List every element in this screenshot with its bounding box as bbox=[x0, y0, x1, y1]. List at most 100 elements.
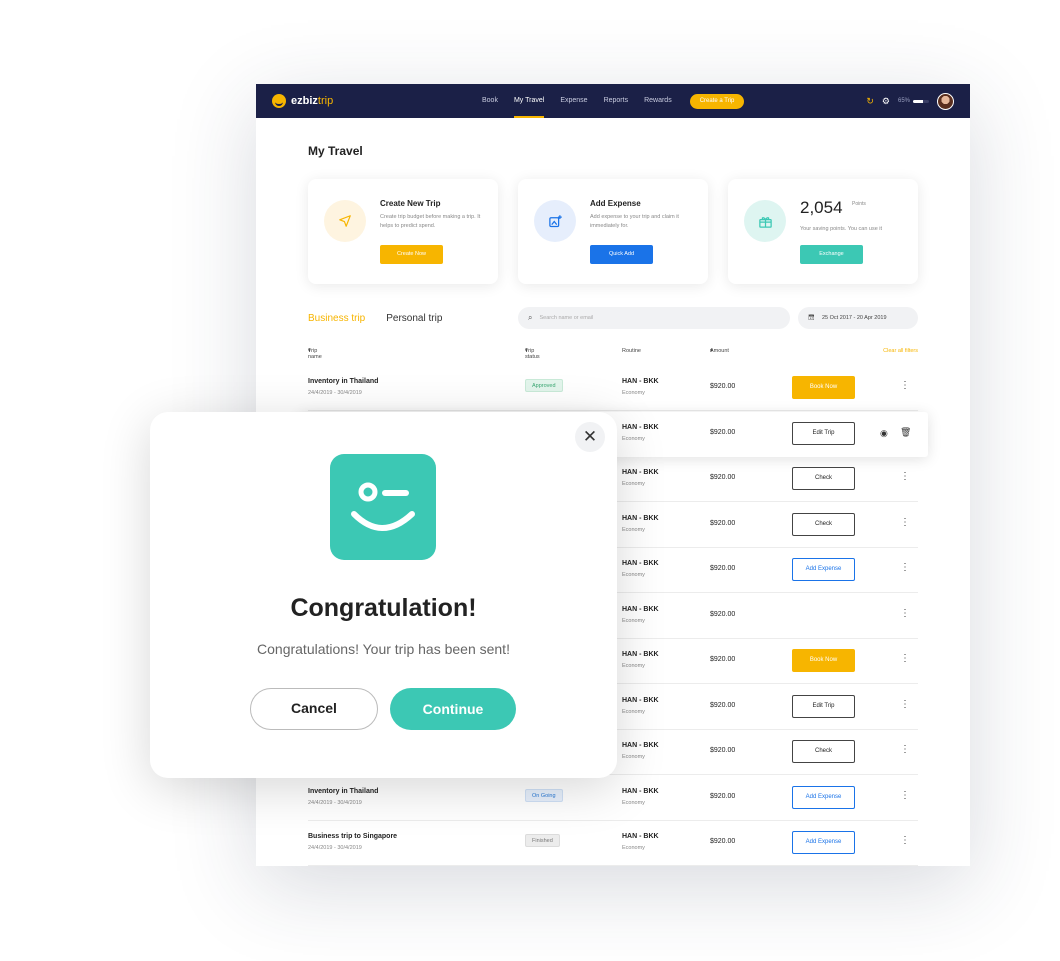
search-input[interactable]: ⌕ Search name or email bbox=[518, 307, 790, 329]
nav-link-my-travel[interactable]: My Travel bbox=[506, 84, 552, 118]
row-action-button[interactable]: Edit Trip bbox=[792, 421, 855, 445]
travel-class: Economy bbox=[622, 754, 645, 760]
route: HAN - BKK bbox=[622, 742, 659, 749]
nav-right: ↻ ⚙ 65% bbox=[866, 84, 954, 118]
status-badge: Finished bbox=[525, 834, 560, 847]
nav-link-expense[interactable]: Expense bbox=[552, 84, 595, 118]
route: HAN - BKK bbox=[622, 696, 659, 704]
trip-dates: 24/4/2019 - 30/4/2019 bbox=[308, 799, 362, 806]
close-button[interactable]: ✕ bbox=[575, 422, 605, 452]
nav-link-book[interactable]: Book bbox=[474, 84, 506, 118]
logo-accent: trip bbox=[317, 95, 334, 107]
row-action-button[interactable]: Edit Trip bbox=[792, 694, 855, 718]
amount: $920.00 bbox=[710, 610, 736, 618]
card-desc: Create trip budget before making a trip.… bbox=[380, 214, 481, 229]
trash-icon[interactable]: 🗑︎ bbox=[900, 427, 911, 438]
tab-personal-trip[interactable]: Personal trip bbox=[386, 313, 442, 324]
more-options-icon[interactable]: ⋮ bbox=[900, 790, 910, 801]
search-icon: ⌕ bbox=[528, 313, 533, 322]
tab-business-trip[interactable]: Business trip bbox=[308, 313, 365, 324]
more-options-icon[interactable]: ⋮ bbox=[900, 517, 910, 528]
status-badge: On Going bbox=[525, 788, 563, 802]
amount: $920.00 bbox=[710, 474, 736, 481]
more-options-icon[interactable]: ⋮ bbox=[900, 472, 910, 482]
route: HAN - BKK bbox=[622, 651, 659, 658]
more-options-icon[interactable]: ⋮ bbox=[900, 699, 910, 710]
trip-dates: 24/4/2019 - 30/4/2019 bbox=[308, 390, 362, 396]
top-navbar: ezbiztrip Book My Travel Expense Reports… bbox=[256, 84, 970, 118]
trip-name: Inventory in Thailand bbox=[308, 787, 379, 795]
header-amount[interactable]: Amount ▾ bbox=[710, 348, 729, 354]
create-trip-button[interactable]: Create a Trip bbox=[689, 93, 745, 109]
travel-class: Economy bbox=[622, 572, 645, 578]
row-action-button[interactable]: Check bbox=[792, 512, 855, 536]
amount: $920.00 bbox=[710, 519, 736, 527]
amount: $920.00 bbox=[710, 383, 736, 390]
header-routine: Routine bbox=[622, 348, 641, 354]
amount: $920.00 bbox=[710, 428, 736, 436]
date-range-text: 25 Oct 2017 - 20 Apr 2019 bbox=[821, 315, 887, 321]
logo[interactable]: ezbiztrip bbox=[272, 94, 333, 108]
search-placeholder: Search name or email bbox=[539, 315, 594, 321]
row-action-button[interactable]: Check bbox=[792, 467, 855, 490]
more-options-icon[interactable]: ⋮ bbox=[900, 745, 910, 755]
logo-main: ezbiz bbox=[291, 95, 318, 107]
row-action-button[interactable]: Add Expense bbox=[792, 558, 855, 581]
travel-class: Economy bbox=[622, 435, 645, 442]
more-options-icon[interactable]: ⋮ bbox=[900, 836, 910, 846]
table-header: Trip name ▾ Trip status ▾ Routine Amount… bbox=[308, 348, 918, 360]
trip-dates: 24/4/2019 - 30/4/2019 bbox=[308, 845, 362, 851]
travel-class: Economy bbox=[622, 845, 645, 851]
page-title: My Travel bbox=[308, 144, 363, 158]
clear-filters-link[interactable]: Clear all filters bbox=[883, 348, 918, 354]
cancel-button[interactable]: Cancel bbox=[250, 688, 378, 730]
amount: $920.00 bbox=[710, 792, 736, 800]
travel-class: Economy bbox=[622, 526, 645, 533]
status-badge: Approved bbox=[525, 379, 563, 392]
header-trip-status[interactable]: Trip status ▾ bbox=[525, 348, 540, 360]
route: HAN - BKK bbox=[622, 469, 659, 476]
row-action-button[interactable]: Book Now bbox=[792, 376, 855, 399]
more-options-icon[interactable]: ⋮ bbox=[900, 608, 910, 619]
eye-icon[interactable]: ◉ bbox=[880, 428, 888, 439]
continue-button[interactable]: Continue bbox=[390, 688, 516, 730]
add-image-icon bbox=[534, 200, 576, 242]
create-now-button[interactable]: Create Now bbox=[380, 245, 443, 264]
more-options-icon[interactable]: ⋮ bbox=[900, 381, 910, 391]
card-title: Add Expense bbox=[590, 199, 641, 208]
amount: $920.00 bbox=[710, 565, 736, 572]
more-options-icon[interactable]: ⋮ bbox=[900, 654, 910, 664]
exchange-button[interactable]: Exchange bbox=[800, 245, 863, 264]
quick-add-button[interactable]: Quick Add bbox=[590, 245, 653, 264]
nav-link-rewards[interactable]: Rewards bbox=[636, 84, 680, 118]
gear-icon[interactable]: ⚙ bbox=[882, 96, 890, 107]
travel-class: Economy bbox=[622, 799, 645, 806]
gift-icon bbox=[744, 200, 786, 242]
row-action-button[interactable]: Check bbox=[792, 740, 855, 763]
table-row[interactable]: Business trip to Singapore 24/4/2019 - 30… bbox=[308, 821, 918, 866]
row-action-button[interactable]: Add Expense bbox=[792, 831, 855, 854]
amount: $920.00 bbox=[710, 656, 736, 663]
card-desc: Your saving points. You can use it bbox=[800, 226, 883, 232]
wink-face-icon bbox=[330, 454, 436, 560]
table-row[interactable]: Inventory in Thailand 24/4/2019 - 30/4/20… bbox=[308, 366, 918, 411]
row-action-button[interactable]: Book Now bbox=[792, 649, 855, 672]
travel-class: Economy bbox=[622, 481, 645, 487]
progress-bar bbox=[913, 99, 929, 103]
card-desc: Add expense to your trip and claim it im… bbox=[590, 214, 679, 229]
row-action-button[interactable]: Add Expense bbox=[792, 785, 855, 809]
date-range-picker[interactable]: 📅︎ 25 Oct 2017 - 20 Apr 2019 bbox=[798, 307, 918, 329]
travel-class: Economy bbox=[622, 617, 645, 624]
points-unit: Points bbox=[852, 201, 866, 207]
table-row[interactable]: Inventory in Thailand 24/4/2019 - 30/4/20… bbox=[308, 776, 918, 821]
header-trip-name[interactable]: Trip name ▾ bbox=[308, 348, 322, 360]
refresh-icon[interactable]: ↻ bbox=[866, 96, 874, 107]
points-value: 2,054 bbox=[800, 198, 843, 217]
send-icon bbox=[324, 200, 366, 242]
more-options-icon[interactable]: ⋮ bbox=[900, 563, 910, 573]
avatar[interactable] bbox=[937, 92, 954, 110]
congrats-modal: ✕ Congratulation! Congratulations! Your … bbox=[150, 412, 617, 778]
nav-link-reports[interactable]: Reports bbox=[596, 84, 637, 118]
card-create-trip: Create New Trip Create trip budget befor… bbox=[308, 179, 498, 284]
modal-message: Congratulations! Your trip has been sent… bbox=[257, 641, 510, 657]
